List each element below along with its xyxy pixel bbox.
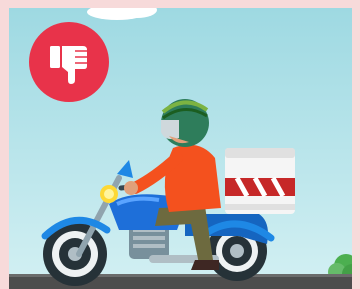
thumbs-down-icon <box>29 22 109 102</box>
image-frame <box>0 0 360 289</box>
thumbs-down-badge <box>29 22 109 102</box>
delivery-box <box>225 148 295 214</box>
rider-helmet <box>161 99 209 147</box>
